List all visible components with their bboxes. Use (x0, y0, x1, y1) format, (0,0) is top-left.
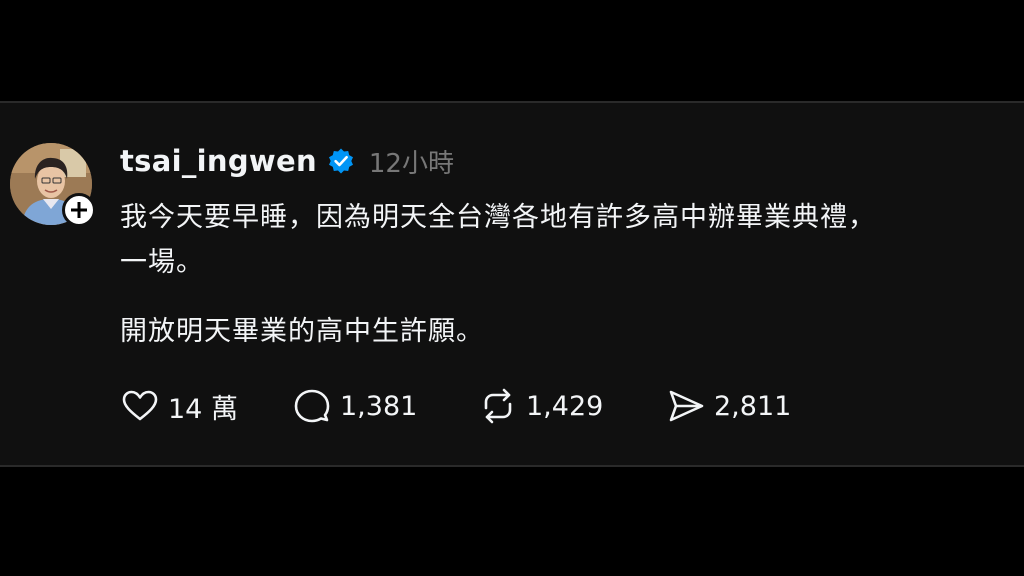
post-header: tsai_ingwen 12小時 (120, 141, 454, 181)
like-button[interactable]: 14 萬 (120, 386, 238, 426)
post-actions: 14 萬 1,381 1,429 2,811 (120, 386, 840, 426)
plus-icon (71, 202, 87, 218)
comment-bubble-icon (292, 386, 332, 426)
comment-count: 1,381 (340, 390, 418, 422)
screen: tsai_ingwen 12小時 我今天要早睡，因為明天全台灣各地有許多高中辦畢… (0, 0, 1024, 576)
heart-icon (120, 386, 160, 426)
follow-button[interactable] (62, 193, 96, 227)
share-count: 2,811 (714, 390, 792, 422)
username-link[interactable]: tsai_ingwen (120, 144, 317, 178)
repost-button[interactable]: 1,429 (478, 386, 603, 426)
verified-badge-icon (327, 147, 355, 175)
post-text-line-3: 開放明天畢業的高中生許願。 (120, 316, 484, 347)
repost-count: 1,429 (526, 390, 604, 422)
like-count: 14 萬 (168, 393, 238, 425)
share-button[interactable]: 2,811 (666, 386, 791, 426)
post-timestamp[interactable]: 12小時 (369, 143, 454, 180)
post-card: tsai_ingwen 12小時 我今天要早睡，因為明天全台灣各地有許多高中辦畢… (0, 101, 1024, 467)
post-text-line-1: 我今天要早睡，因為明天全台灣各地有許多高中辦畢業典禮， (120, 202, 876, 233)
comment-button[interactable]: 1,381 (292, 386, 417, 426)
send-icon (666, 386, 706, 426)
repost-icon (478, 386, 518, 426)
post-text-line-2: 一場。 (120, 247, 204, 278)
avatar-container[interactable] (10, 143, 96, 227)
